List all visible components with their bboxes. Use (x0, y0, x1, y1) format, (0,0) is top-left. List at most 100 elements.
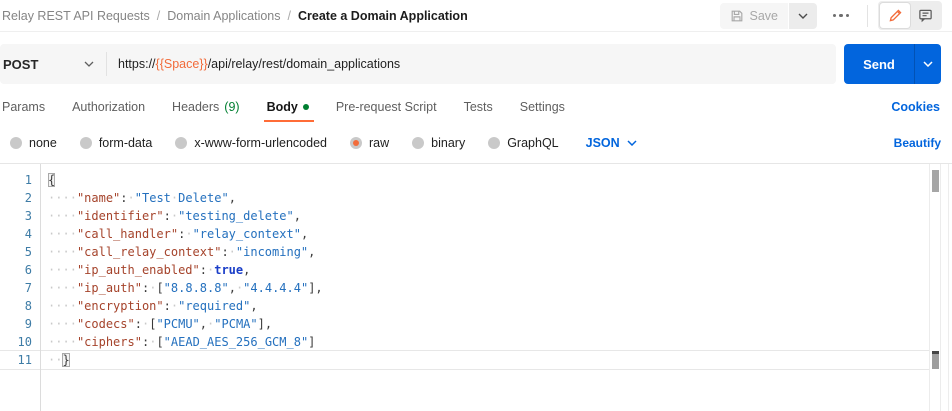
save-icon (730, 9, 744, 23)
line-content: ····"name":·"Test·Delete", (32, 189, 236, 207)
radio-icon[interactable] (488, 137, 500, 149)
code-line-3[interactable]: 3····"identifier":·"testing_delete", (0, 207, 929, 225)
breadcrumb-item-create-a-domain-application[interactable]: Create a Domain Application (298, 9, 468, 23)
body-type-label: GraphQL (507, 136, 558, 150)
url-prefix: https:// (118, 57, 156, 71)
body-type-label: none (29, 136, 57, 150)
tab-params[interactable]: Params (2, 92, 45, 122)
url-bar: POST https://{{Space}}/api/relay/rest/do… (0, 44, 836, 84)
save-options-button[interactable] (789, 3, 817, 29)
radio-icon[interactable] (10, 137, 22, 149)
line-content: ····"call_handler":·"relay_context", (32, 225, 308, 243)
code-line-4[interactable]: 4····"call_handler":·"relay_context", (0, 225, 929, 243)
tab-tests[interactable]: Tests (464, 92, 493, 122)
method-selector[interactable]: POST (0, 44, 106, 84)
body-type-label: form-data (99, 136, 153, 150)
toolbar-actions: Save (720, 1, 943, 30)
line-content: ····"identifier":·"testing_delete", (32, 207, 301, 225)
tab-label: Tests (464, 100, 493, 114)
radio-icon[interactable] (350, 137, 362, 149)
editor-scrollbar[interactable] (929, 164, 941, 411)
scrollbar-thumb[interactable] (932, 170, 939, 192)
save-button[interactable]: Save (720, 3, 789, 29)
chevron-down-icon (798, 13, 808, 19)
body-type-options: none form-data x-www-form-urlencoded raw bin… (10, 136, 582, 150)
radio-icon[interactable] (412, 137, 424, 149)
send-button-group: Send (844, 44, 941, 84)
body-type-row: none form-data x-www-form-urlencoded raw bin… (0, 130, 952, 156)
cookies-link[interactable]: Cookies (891, 100, 940, 114)
request-tabs: Params Authorization Headers (9) Body Pre-req… (2, 92, 592, 122)
send-button-label: Send (863, 57, 895, 72)
line-content: ····"call_relay_context":·"incoming", (32, 243, 315, 261)
body-present-dot-icon (303, 104, 309, 110)
code-line-11[interactable]: 11··} (0, 351, 929, 369)
language-label: JSON (586, 136, 620, 150)
send-options-button[interactable] (914, 44, 941, 84)
url-input[interactable]: https://{{Space}}/api/relay/rest/domain_… (107, 57, 836, 71)
more-options-button[interactable] (825, 3, 857, 29)
code-line-8[interactable]: 8····"encryption":·"required", (0, 297, 929, 315)
radio-icon[interactable] (80, 137, 92, 149)
more-options-icon (833, 14, 837, 18)
line-number: 8 (0, 297, 32, 315)
request-tabs-row: Params Authorization Headers (9) Body Pre-req… (0, 92, 952, 122)
body-type-raw[interactable]: raw (350, 136, 389, 150)
tab-settings[interactable]: Settings (520, 92, 565, 122)
beautify-button[interactable]: Beautify (894, 136, 941, 150)
body-type-binary[interactable]: binary (412, 136, 465, 150)
tab-pre-request-script[interactable]: Pre-request Script (336, 92, 437, 122)
breadcrumb-item-domain-applications[interactable]: Domain Applications (167, 9, 280, 23)
edit-mode-button[interactable] (880, 3, 910, 28)
body-type-none[interactable]: none (10, 136, 57, 150)
line-number: 10 (0, 333, 32, 351)
code-line-10[interactable]: 10····"ciphers":·["AEAD_AES_256_GCM_8"] (0, 333, 929, 351)
code-line-1[interactable]: 1{ (0, 171, 929, 189)
toolbar-divider (867, 5, 868, 27)
line-number: 3 (0, 207, 32, 225)
code-line-6[interactable]: 6····"ip_auth_enabled":·true, (0, 261, 929, 279)
line-content: ····"ip_auth_enabled":·true, (32, 261, 250, 279)
tab-label: Authorization (72, 100, 145, 114)
comment-mode-button[interactable] (910, 3, 940, 28)
breadcrumb-item-relay-rest-api-requests[interactable]: Relay REST API Requests (2, 9, 150, 23)
breadcrumb-separator: / (157, 9, 160, 23)
body-type-label: raw (369, 136, 389, 150)
breadcrumb: Relay REST API Requests / Domain Applicati… (2, 9, 468, 23)
line-number: 11 (0, 351, 32, 369)
radio-icon[interactable] (175, 137, 187, 149)
body-type-form-data[interactable]: form-data (80, 136, 153, 150)
chevron-down-icon (923, 61, 933, 67)
body-code-editor[interactable]: 1{2····"name":·"Test·Delete",3····"ident… (0, 164, 952, 411)
tab-body[interactable]: Body (267, 92, 309, 122)
url-variable: {{Space}} (156, 57, 208, 71)
code-line-9[interactable]: 9····"codecs":·["PCMU",·"PCMA"], (0, 315, 929, 333)
line-content: ····"ip_auth":·["8.8.8.8",·"4.4.4.4"], (32, 279, 323, 297)
comment-icon (918, 8, 933, 23)
tab-authorization[interactable]: Authorization (72, 92, 145, 122)
tab-label: Params (2, 100, 45, 114)
line-content: ····"encryption":·"required", (32, 297, 258, 315)
line-number: 4 (0, 225, 32, 243)
line-content: ····"codecs":·["PCMU",·"PCMA"], (32, 315, 272, 333)
language-selector[interactable]: JSON (586, 136, 637, 150)
code-line-2[interactable]: 2····"name":·"Test·Delete", (0, 189, 929, 207)
toolbar: Relay REST API Requests / Domain Applicati… (0, 0, 952, 32)
save-button-label: Save (750, 9, 779, 23)
line-number: 9 (0, 315, 32, 333)
body-type-graphql[interactable]: GraphQL (488, 136, 558, 150)
line-content: { (32, 171, 55, 189)
method-label: POST (3, 57, 38, 72)
mode-segmented-control (878, 1, 942, 30)
scrollbar-cursor-mark (932, 351, 939, 369)
line-number: 5 (0, 243, 32, 261)
code-line-7[interactable]: 7····"ip_auth":·["8.8.8.8",·"4.4.4.4"], (0, 279, 929, 297)
tab-label: Headers (172, 100, 219, 114)
body-type-label: x-www-form-urlencoded (194, 136, 327, 150)
send-button[interactable]: Send (844, 44, 914, 84)
code-lines: 1{2····"name":·"Test·Delete",3····"ident… (0, 164, 929, 369)
headers-count-badge: (9) (224, 100, 239, 114)
body-type-x-www-form-urlencoded[interactable]: x-www-form-urlencoded (175, 136, 327, 150)
tab-headers[interactable]: Headers (9) (172, 92, 240, 122)
code-line-5[interactable]: 5····"call_relay_context":·"incoming", (0, 243, 929, 261)
